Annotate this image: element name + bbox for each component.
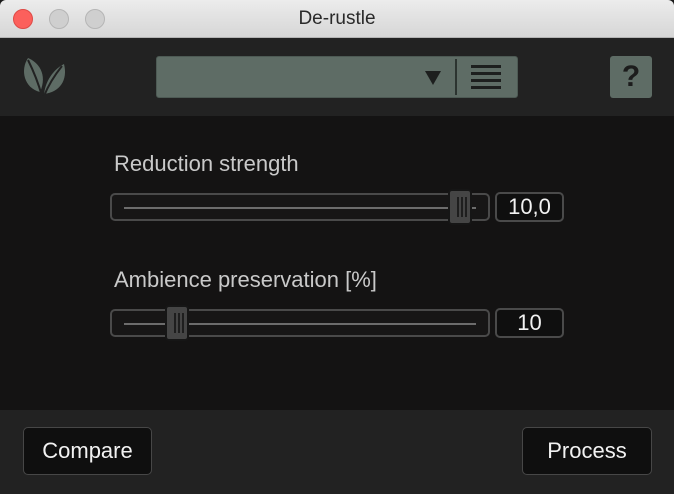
process-button[interactable]: Process xyxy=(522,427,652,475)
plugin-window: De-rustle ? Reduction strength 10,0 Ambi… xyxy=(0,0,674,494)
reduction-strength-label: Reduction strength xyxy=(114,151,299,176)
slider-groove xyxy=(124,207,476,209)
controls-panel: Reduction strength 10,0 Ambience preserv… xyxy=(0,116,674,410)
compare-button[interactable]: Compare xyxy=(23,427,152,475)
preset-dropdown[interactable] xyxy=(156,56,518,98)
ambience-preservation-thumb[interactable] xyxy=(164,305,189,341)
leaf-icon xyxy=(20,54,68,100)
window-title: De-rustle xyxy=(298,8,376,29)
footer-bar: Compare Process xyxy=(0,410,674,494)
help-button[interactable]: ? xyxy=(610,56,652,98)
ambience-preservation-slider[interactable] xyxy=(110,305,490,341)
header-bar: ? xyxy=(0,38,674,116)
hamburger-menu-icon[interactable] xyxy=(471,65,501,91)
reduction-strength-thumb[interactable] xyxy=(448,189,473,225)
title-bar: De-rustle xyxy=(0,0,674,38)
ambience-preservation-label: Ambience preservation [%] xyxy=(114,267,377,292)
ambience-preservation-value[interactable]: 10 xyxy=(495,308,564,338)
preset-divider xyxy=(455,59,457,95)
reduction-strength-value[interactable]: 10,0 xyxy=(495,192,564,222)
reduction-strength-slider[interactable] xyxy=(110,189,490,225)
triangle-down-icon[interactable] xyxy=(423,67,443,87)
